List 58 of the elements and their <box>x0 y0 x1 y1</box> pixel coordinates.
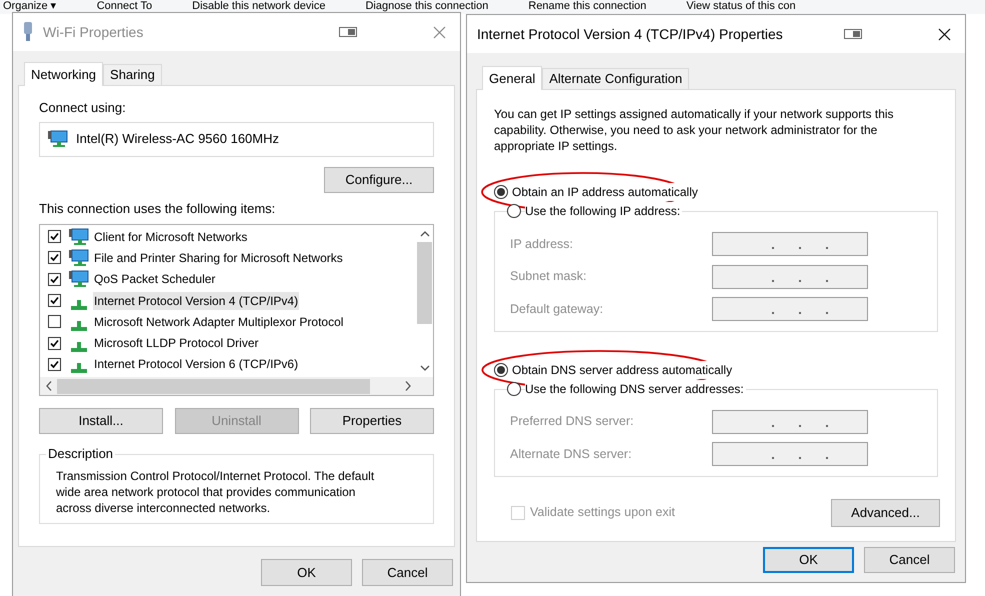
field-label: Subnet mask: <box>510 268 586 286</box>
list-item[interactable]: Client for Microsoft Networks <box>93 228 248 246</box>
tab[interactable]: General <box>482 66 542 90</box>
close-icon[interactable] <box>938 28 951 40</box>
computer-icon <box>69 228 89 246</box>
list-item[interactable]: Internet Protocol Version 6 (TCP/IPv6) <box>93 355 300 374</box>
list-item[interactable]: QoS Packet Scheduler <box>93 270 216 288</box>
checkbox[interactable] <box>48 272 61 286</box>
checkbox[interactable] <box>48 230 61 244</box>
list-item[interactable]: File and Printer Sharing for Microsoft Networks <box>93 248 344 267</box>
field-label: Preferred DNS server: <box>510 413 634 430</box>
dialog-button[interactable]: Advanced... <box>831 498 940 526</box>
description-text: Transmission Control Protocol/Internet Protocol. The default wide area network protocol that provides communication across diverse interconnected networks. <box>56 468 376 516</box>
field-label: IP address: <box>510 236 574 253</box>
toolbar-command[interactable]: Rename this connection <box>528 0 646 14</box>
adapter-field: Intel(R) Wireless-AC 9560 160MHz <box>39 122 434 156</box>
screen-icon <box>844 29 862 39</box>
toolbar-command[interactable]: Organize ▾ <box>3 0 57 14</box>
wifi-adapter-icon <box>23 22 33 42</box>
network-icon <box>71 320 87 331</box>
list-item[interactable]: Microsoft LLDP Protocol Driver <box>93 334 260 352</box>
group-label: Description <box>46 446 116 462</box>
toolbar-command[interactable]: Connect To <box>96 0 152 14</box>
window-title: Wi-Fi Properties <box>43 22 144 42</box>
toolbar-command[interactable]: Diagnose this connection <box>365 0 488 14</box>
window-title: Internet Protocol Version 4 (TCP/IPv4) Properties <box>477 24 783 44</box>
tab[interactable]: Sharing <box>103 64 162 85</box>
tab[interactable]: Networking <box>24 62 104 86</box>
list-label: This connection uses the following items: <box>39 200 276 218</box>
checkbox[interactable] <box>48 336 61 350</box>
checkbox[interactable] <box>48 251 61 264</box>
dialog-button[interactable]: Cancel <box>362 559 453 586</box>
horizontal-scrollbar[interactable] <box>40 377 433 395</box>
checkbox[interactable] <box>48 315 61 328</box>
network-icon <box>71 300 87 310</box>
checkbox[interactable] <box>48 294 61 308</box>
tab[interactable]: Alternate Configuration <box>542 68 690 89</box>
dialog-button[interactable]: Properties <box>310 408 434 434</box>
dialog-button[interactable]: Configure... <box>324 166 434 192</box>
dialog-button[interactable]: Cancel <box>864 547 955 573</box>
screen-icon <box>339 27 357 37</box>
dialog-button[interactable]: OK <box>261 559 352 586</box>
network-icon <box>71 342 87 352</box>
toolbar-command[interactable]: View status of this con <box>686 0 796 14</box>
computer-icon <box>48 130 68 148</box>
computer-icon <box>69 270 89 288</box>
intro-text: You can get IP settings assigned automatically if your network supports this capability. Otherwise, you need to ask your network administrator for the appropriate IP settings. <box>494 106 895 154</box>
dialog-button[interactable]: Install... <box>39 408 163 434</box>
field-label: Default gateway: <box>510 300 604 318</box>
list-item[interactable]: Microsoft Network Adapter Multiplexor Protocol <box>93 312 344 331</box>
field-label: Connect using: <box>39 99 127 117</box>
list-item[interactable]: Internet Protocol Version 4 (TCP/IPv4) <box>93 292 300 310</box>
dialog-button[interactable]: OK <box>763 547 854 573</box>
toolbar-command[interactable]: Disable this network device <box>192 0 326 14</box>
field-label: Alternate DNS server: <box>510 446 632 463</box>
checkbox[interactable] <box>48 358 61 371</box>
network-icon <box>71 363 87 374</box>
computer-icon <box>69 248 89 267</box>
